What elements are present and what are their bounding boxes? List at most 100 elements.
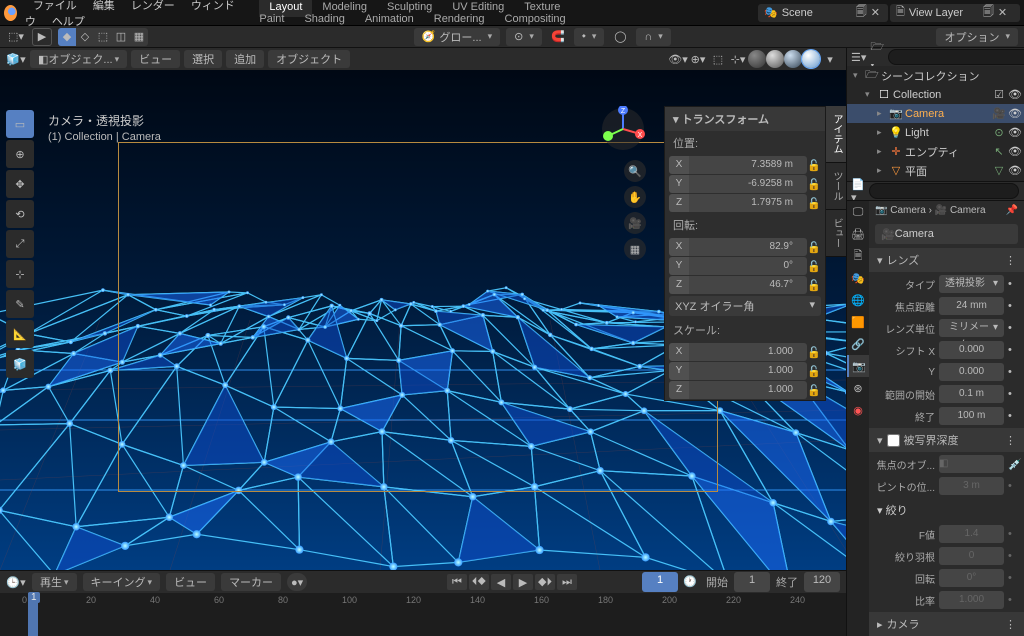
- blades[interactable]: 0: [939, 547, 1004, 565]
- view-layer-input[interactable]: [909, 7, 979, 19]
- ptab-scene[interactable]: 🎭: [847, 267, 869, 289]
- outliner-editor-icon[interactable]: ☰▾: [851, 48, 866, 66]
- selectability-filter[interactable]: ◆◇⬚◫▦: [58, 28, 148, 46]
- restrict-icon[interactable]: ⊙: [992, 126, 1006, 139]
- ptab-object[interactable]: 🟧: [847, 311, 869, 333]
- scale-y[interactable]: 1.000: [689, 362, 807, 380]
- camera-data-name-input[interactable]: [895, 228, 1024, 240]
- play[interactable]: ▶: [513, 574, 533, 590]
- playhead[interactable]: 1: [28, 593, 38, 636]
- vtab-item[interactable]: アイテム: [826, 106, 846, 163]
- focus-object[interactable]: ◧: [939, 455, 1004, 473]
- aperture-subpanel[interactable]: ▾ 絞り: [869, 498, 1024, 522]
- tool-annotate[interactable]: ✎: [6, 290, 34, 318]
- expand-icon[interactable]: ▸: [877, 165, 887, 176]
- outliner-row[interactable]: ▸📷Camera🎥👁: [847, 104, 1024, 123]
- pan-icon[interactable]: ✋: [624, 186, 646, 208]
- hide-icon[interactable]: 👁: [1008, 126, 1022, 139]
- jump-next-key[interactable]: ◆⏵: [535, 574, 555, 590]
- tool-transform[interactable]: ⊹: [6, 260, 34, 288]
- scene-name-input[interactable]: [782, 7, 852, 19]
- expand-icon[interactable]: ▸: [877, 127, 887, 138]
- tool-select-box[interactable]: ▭: [6, 110, 34, 138]
- delete-scene-icon[interactable]: ✕: [871, 6, 880, 19]
- ptab-render[interactable]: 🖵: [847, 201, 869, 223]
- view-layer-selector[interactable]: 🗎 🗐 ✕: [890, 4, 1020, 22]
- outliner-row[interactable]: ▸✛エンプティ↖👁: [847, 142, 1024, 161]
- rot-x[interactable]: 82.9°: [689, 238, 807, 256]
- start-frame[interactable]: 1: [734, 572, 770, 592]
- expand-icon[interactable]: ▸: [877, 108, 887, 119]
- hide-icon[interactable]: 👁: [1008, 145, 1022, 158]
- focal-length[interactable]: 24 mm: [939, 297, 1004, 315]
- lock-locz[interactable]: 🔓: [807, 197, 821, 210]
- lock-locy[interactable]: 🔓: [807, 178, 821, 191]
- vtab-view[interactable]: ビュー: [826, 210, 846, 257]
- editor-type-3d[interactable]: 🧊▾: [6, 50, 26, 68]
- hide-icon[interactable]: 👁: [1008, 88, 1022, 101]
- jump-end[interactable]: ⏭: [557, 574, 577, 590]
- keying-menu[interactable]: キーイング: [83, 573, 161, 591]
- ptab-output[interactable]: 🖨: [847, 223, 869, 245]
- lock-rotz[interactable]: 🔓: [807, 279, 821, 292]
- data-name-box[interactable]: 🎥 🛡: [875, 224, 1018, 244]
- timeline-editor-icon[interactable]: 🕒▾: [6, 573, 26, 591]
- play-reverse[interactable]: ◀: [491, 574, 511, 590]
- ptab-viewlayer[interactable]: 🗎: [847, 245, 869, 267]
- focus-distance[interactable]: 3 m: [939, 477, 1004, 495]
- shading-preview[interactable]: [784, 50, 802, 68]
- ptab-data[interactable]: 📷: [847, 355, 869, 377]
- lock-rotx[interactable]: 🔓: [807, 241, 821, 254]
- proportional-mode[interactable]: ∩: [636, 28, 670, 46]
- shading-wireframe[interactable]: [748, 50, 766, 68]
- copy-scene-icon[interactable]: 🗐: [856, 3, 867, 22]
- viewport-3d[interactable]: カメラ・透視投影 (1) Collection | Camera ▭ ⊕ ✥ ⟲…: [0, 70, 846, 570]
- menu-レンダー[interactable]: レンダー: [123, 0, 183, 16]
- tool-scale[interactable]: ⤢: [6, 230, 34, 258]
- loc-x[interactable]: 7.3589 m: [689, 156, 807, 174]
- transform-panel-header[interactable]: ▾ トランスフォーム: [665, 107, 825, 131]
- xray-toggle[interactable]: ⬚: [708, 50, 728, 68]
- tool-rotate[interactable]: ⟲: [6, 200, 34, 228]
- dof-panel-header[interactable]: ▾ 被写界深度⋮: [869, 428, 1024, 452]
- scene-selector[interactable]: 🎭 🗐 ✕: [758, 4, 888, 22]
- tl-view-menu[interactable]: ビュー: [166, 573, 215, 591]
- lock-locx[interactable]: 🔓: [807, 159, 821, 172]
- loc-z[interactable]: 1.7975 m: [689, 194, 807, 212]
- outliner-row[interactable]: ▾🗁シーンコレクション: [847, 66, 1024, 85]
- aperture-rotation[interactable]: 0°: [939, 569, 1004, 587]
- ptab-world[interactable]: 🌐: [847, 289, 869, 311]
- shift-x[interactable]: 0.000: [939, 341, 1004, 359]
- eyedropper-icon[interactable]: 💉: [1008, 458, 1018, 471]
- ptab-constraints[interactable]: 🔗: [847, 333, 869, 355]
- hide-icon[interactable]: 👁: [1008, 164, 1022, 177]
- props-search[interactable]: [869, 183, 1019, 199]
- ws-animation[interactable]: Animation: [355, 9, 424, 29]
- jump-prev-key[interactable]: ⏴◆: [469, 574, 489, 590]
- lock-scly[interactable]: 🔓: [807, 365, 821, 378]
- ws-shading[interactable]: Shading: [294, 9, 354, 29]
- ws-rendering[interactable]: Rendering: [424, 9, 495, 29]
- scale-x[interactable]: 1.000: [689, 343, 807, 361]
- delete-layer-icon[interactable]: ✕: [998, 6, 1007, 19]
- shading-solid[interactable]: [766, 50, 784, 68]
- ws-compositing[interactable]: Compositing: [495, 9, 576, 29]
- tool-measure[interactable]: 📐: [6, 320, 34, 348]
- lens-unit-dropdown[interactable]: ミリメーター▾: [939, 319, 1004, 337]
- proportional-toggle[interactable]: ◯: [610, 28, 630, 46]
- outliner-row[interactable]: ▾☐Collection☑👁: [847, 85, 1024, 104]
- expand-icon[interactable]: ▸: [877, 146, 887, 157]
- editor-type-icon[interactable]: ⬚▾: [6, 28, 26, 46]
- tool-addcube[interactable]: 🧊: [6, 350, 34, 378]
- options-dropdown[interactable]: オプション: [936, 28, 1018, 46]
- frame-jump-icon[interactable]: 🕐: [680, 572, 700, 590]
- tool-cursor[interactable]: ⊕: [6, 140, 34, 168]
- pin-icon[interactable]: 📌: [1006, 205, 1018, 216]
- exclude-checkbox[interactable]: ☑: [992, 88, 1006, 101]
- rotation-mode-dropdown[interactable]: XYZ オイラー角▾: [669, 296, 821, 316]
- object-menu[interactable]: オブジェクト: [268, 50, 350, 68]
- outliner-row[interactable]: ▸💡Light⊙👁: [847, 123, 1024, 142]
- restrict-icon[interactable]: 🎥: [992, 107, 1006, 120]
- outliner-row[interactable]: ▸▽平面▽👁: [847, 161, 1024, 180]
- orientation-dropdown[interactable]: 🧭 グロー...: [414, 28, 500, 46]
